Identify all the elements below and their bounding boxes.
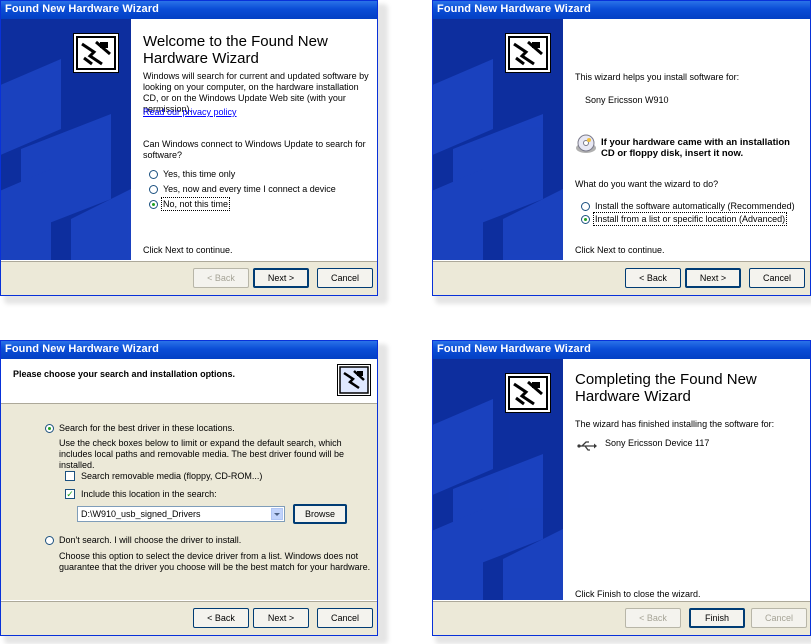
search-description: Use the check boxes below to limit or ex…	[59, 438, 344, 470]
window-title: Found New Hardware Wizard	[5, 3, 159, 15]
checkbox-removable-media[interactable]	[65, 471, 75, 481]
wizard-side-banner	[433, 359, 563, 601]
checkbox-include-location[interactable]: ✓	[65, 489, 75, 499]
radio-install-auto-label[interactable]: Install the software automatically (Reco…	[595, 201, 795, 211]
completing-content: Completing the Found New Hardware Wizard…	[563, 359, 810, 601]
location-path-value: D:\W910_usb_signed_Drivers	[81, 509, 201, 519]
wizard-action-question: What do you want the wizard to do?	[575, 179, 719, 189]
finish-instruction: Click Finish to close the wizard.	[575, 589, 701, 599]
wizard-window-welcome: Found New Hardware Wizard Welcome to the…	[0, 0, 378, 296]
button-bar: < Back Finish Cancel	[433, 600, 810, 635]
cancel-button[interactable]: Cancel	[751, 608, 807, 628]
button-bar: < Back Next > Cancel	[1, 260, 377, 295]
page-header-title: Please choose your search and installati…	[13, 369, 236, 379]
next-button[interactable]: Next >	[253, 608, 309, 628]
search-options-content: Search for the best driver in these loca…	[1, 404, 377, 601]
completing-heading: Completing the Found New Hardware Wizard	[575, 371, 757, 405]
finished-intro: The wizard has finished installing the s…	[575, 419, 775, 429]
cancel-button[interactable]: Cancel	[317, 268, 373, 288]
back-button[interactable]: < Back	[625, 268, 681, 288]
radio-manual-driver-label[interactable]: Don't search. I will choose the driver t…	[59, 535, 241, 545]
radio-search-locations[interactable]	[45, 424, 54, 433]
finish-button[interactable]: Finish	[689, 608, 745, 628]
title-bar[interactable]: Found New Hardware Wizard	[433, 341, 810, 359]
radio-yes-always[interactable]	[149, 185, 158, 194]
hardware-wizard-icon	[505, 373, 551, 413]
button-bar: < Back Next > Cancel	[433, 260, 810, 295]
window-title: Found New Hardware Wizard	[437, 3, 591, 15]
cancel-button[interactable]: Cancel	[317, 608, 373, 628]
radio-yes-once[interactable]	[149, 170, 158, 179]
wizard-side-banner	[1, 19, 131, 261]
welcome-heading: Welcome to the Found New Hardware Wizard	[143, 33, 328, 67]
window-title: Found New Hardware Wizard	[5, 343, 159, 355]
button-bar: < Back Next > Cancel	[1, 600, 377, 635]
wizard-window-install-type: Found New Hardware Wizard This wizard he…	[432, 0, 811, 296]
continue-instruction: Click Next to continue.	[575, 245, 665, 255]
hardware-wizard-icon	[337, 364, 371, 396]
device-name: Sony Ericsson W910	[585, 95, 669, 105]
back-button[interactable]: < Back	[625, 608, 681, 628]
radio-no[interactable]	[149, 200, 158, 209]
chevron-down-icon[interactable]	[271, 508, 283, 520]
manual-description: Choose this option to select the device …	[59, 551, 371, 572]
next-button[interactable]: Next >	[685, 268, 741, 288]
continue-instruction: Click Next to continue.	[143, 245, 233, 255]
wizard-side-banner	[433, 19, 563, 261]
install-intro: This wizard helps you install software f…	[575, 72, 740, 82]
title-bar[interactable]: Found New Hardware Wizard	[1, 341, 377, 359]
radio-install-auto[interactable]	[581, 202, 590, 211]
usb-icon	[577, 439, 597, 451]
cd-icon	[575, 133, 597, 155]
cd-notice: If your hardware came with an installati…	[601, 137, 790, 159]
wizard-window-search-options: Found New Hardware Wizard Please choose …	[0, 340, 378, 636]
browse-button[interactable]: Browse	[293, 504, 347, 524]
radio-install-advanced[interactable]	[581, 215, 590, 224]
page-header: Please choose your search and installati…	[1, 359, 377, 404]
location-path-combobox[interactable]: D:\W910_usb_signed_Drivers	[77, 506, 285, 522]
radio-install-advanced-label[interactable]: Install from a list or specific location…	[592, 212, 788, 226]
back-button[interactable]: < Back	[193, 608, 249, 628]
welcome-content: Welcome to the Found New Hardware Wizard…	[131, 19, 377, 261]
title-bar[interactable]: Found New Hardware Wizard	[433, 1, 810, 19]
back-button[interactable]: < Back	[193, 268, 249, 288]
title-bar[interactable]: Found New Hardware Wizard	[1, 1, 377, 19]
hardware-wizard-icon	[73, 33, 119, 73]
radio-manual-driver[interactable]	[45, 536, 54, 545]
radio-search-locations-label[interactable]: Search for the best driver in these loca…	[59, 423, 235, 433]
wizard-window-completing: Found New Hardware Wizard Completing the…	[432, 340, 811, 636]
checkbox-removable-media-label[interactable]: Search removable media (floppy, CD-ROM..…	[81, 471, 262, 481]
next-button[interactable]: Next >	[253, 268, 309, 288]
install-type-content: This wizard helps you install software f…	[563, 19, 810, 261]
checkbox-include-location-label[interactable]: Include this location in the search:	[81, 489, 217, 499]
window-title: Found New Hardware Wizard	[437, 343, 591, 355]
windows-update-question: Can Windows connect to Windows Update to…	[143, 139, 366, 160]
cancel-button[interactable]: Cancel	[749, 268, 805, 288]
hardware-wizard-icon	[505, 33, 551, 73]
radio-no-label[interactable]: No, not this time	[160, 197, 231, 211]
radio-yes-always-label[interactable]: Yes, now and every time I connect a devi…	[163, 184, 336, 194]
privacy-policy-link[interactable]: Read our privacy policy	[143, 107, 237, 117]
device-name: Sony Ericsson Device 117	[605, 438, 710, 448]
radio-yes-once-label[interactable]: Yes, this time only	[163, 169, 235, 179]
